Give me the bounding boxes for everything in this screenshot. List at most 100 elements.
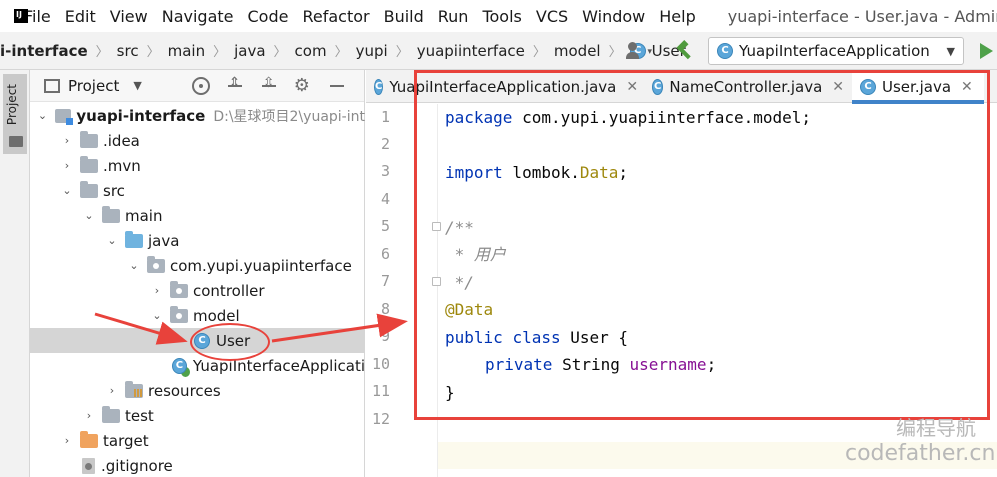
fold-marker-icon[interactable]: [432, 277, 441, 286]
tree-node-model[interactable]: ⌄ model: [30, 303, 365, 328]
breadcrumb-src[interactable]: src: [117, 42, 139, 60]
chevron-down-icon[interactable]: ⌄: [105, 234, 119, 247]
tab-name-controller[interactable]: C NameController.java ✕: [644, 70, 852, 103]
code-line-1: package com.yupi.yuapiinterface.model;: [445, 104, 811, 131]
project-tool-label: Project: [5, 84, 19, 126]
chevron-down-icon[interactable]: ▼: [133, 79, 141, 92]
chevron-down-icon[interactable]: ⌄: [82, 209, 96, 222]
project-panel-header: Project ▼ ⚙: [30, 70, 364, 102]
breadcrumb-separator: 〉: [608, 45, 622, 60]
close-icon[interactable]: ✕: [961, 79, 973, 95]
code-text: User {: [560, 328, 629, 347]
menu-vcs[interactable]: VCS: [536, 7, 568, 26]
expand-all-icon[interactable]: [226, 75, 244, 95]
tree-node-label: main: [125, 206, 163, 225]
breadcrumb-model[interactable]: model: [554, 42, 601, 60]
menu-navigate[interactable]: Navigate: [162, 7, 234, 26]
keyword: import: [445, 163, 503, 182]
tree-node-test[interactable]: › test: [30, 403, 365, 428]
user-icon[interactable]: ▾: [626, 42, 652, 60]
tree-node-java[interactable]: ⌄ java: [30, 228, 365, 253]
line-number: 2: [380, 135, 390, 153]
chevron-down-icon[interactable]: ⌄: [36, 109, 49, 122]
menu-window[interactable]: Window: [582, 7, 645, 26]
breadcrumb-separator: 〉: [395, 45, 409, 60]
menu-build[interactable]: Build: [384, 7, 424, 26]
folder-icon: [80, 155, 98, 173]
line-number: 12: [371, 410, 390, 428]
chevron-right-icon[interactable]: ›: [82, 409, 96, 422]
tree-node-idea[interactable]: › .idea: [30, 128, 365, 153]
code-line-6: * 用户: [445, 245, 506, 264]
code-text: String: [552, 355, 630, 374]
folder-icon: [102, 405, 120, 423]
run-configuration-select[interactable]: C YuapiInterfaceApplication ▼: [708, 37, 964, 65]
fold-marker-icon[interactable]: [432, 222, 441, 231]
tree-node-label: target: [103, 431, 149, 450]
tree-node-main[interactable]: ⌄ main: [30, 203, 365, 228]
code-line-7: */: [445, 273, 474, 292]
project-panel: Project ▼ ⚙ ⌄ yuapi-interface D:\星球项目2\y…: [30, 70, 365, 477]
hammer-icon[interactable]: [674, 41, 694, 61]
collapse-all-icon[interactable]: [260, 75, 278, 95]
menu-view[interactable]: View: [110, 7, 148, 26]
chevron-down-icon[interactable]: ⌄: [150, 309, 164, 322]
locate-icon[interactable]: [191, 76, 210, 95]
editor-gutter: 1 2 3 4 5 6 7 8 9 10 11 12: [366, 104, 441, 477]
breadcrumb-com[interactable]: com: [295, 42, 327, 60]
tree-node-src[interactable]: ⌄ src: [30, 178, 365, 203]
tab-yuapi-interface-application[interactable]: C YuapiInterfaceApplication.java ✕: [366, 70, 644, 103]
keyword: public: [445, 328, 503, 347]
line-number: 8: [380, 300, 390, 318]
code-line-10: private String username;: [485, 351, 716, 378]
project-tool-button[interactable]: Project: [3, 74, 27, 154]
menu-help[interactable]: Help: [659, 7, 695, 26]
chevron-down-icon[interactable]: ⌄: [60, 184, 74, 197]
tree-node-package-root[interactable]: ⌄ com.yupi.yuapiinterface: [30, 253, 365, 278]
chevron-right-icon[interactable]: ›: [60, 159, 74, 172]
line-number: 7: [380, 272, 390, 290]
spring-boot-class-icon: C: [172, 357, 187, 374]
line-number: 1: [380, 108, 390, 126]
close-icon[interactable]: ✕: [626, 79, 638, 95]
line-number: 10: [371, 355, 390, 373]
tree-node-application[interactable]: C YuapiInterfaceApplicati: [30, 353, 365, 378]
menu-file[interactable]: File: [24, 7, 51, 26]
breadcrumb-project[interactable]: i-interface: [0, 42, 88, 60]
hide-icon[interactable]: [328, 77, 346, 95]
menu-code[interactable]: Code: [248, 7, 289, 26]
class-icon: C: [860, 78, 876, 95]
chevron-right-icon[interactable]: ›: [60, 134, 74, 147]
breadcrumb-yupi[interactable]: yupi: [356, 42, 388, 60]
run-icon[interactable]: [980, 43, 993, 59]
code-line-8: @Data: [445, 300, 494, 319]
keyword: private: [485, 355, 553, 374]
chevron-right-icon[interactable]: ›: [105, 384, 119, 397]
tree-node-target[interactable]: › target: [30, 428, 365, 453]
tree-node-label: test: [125, 406, 154, 425]
menu-refactor[interactable]: Refactor: [302, 7, 369, 26]
breadcrumb-main[interactable]: main: [168, 42, 205, 60]
chevron-down-icon[interactable]: ⌄: [127, 259, 141, 272]
menu-bar: IJ File Edit View Navigate Code Refactor…: [0, 0, 997, 32]
menu-run[interactable]: Run: [438, 7, 469, 26]
tree-node-resources[interactable]: › resources: [30, 378, 365, 403]
chevron-right-icon[interactable]: ›: [60, 434, 74, 447]
window-title: yuapi-interface - User.java - Adminis: [727, 6, 997, 26]
menu-edit[interactable]: Edit: [65, 7, 96, 26]
chevron-right-icon[interactable]: ›: [150, 284, 164, 297]
tab-label: NameController.java: [669, 77, 823, 96]
tree-node-mvn[interactable]: › .mvn: [30, 153, 365, 178]
breadcrumb-yuapiinterface[interactable]: yuapiinterface: [417, 42, 525, 60]
tree-node-controller[interactable]: › controller: [30, 278, 365, 303]
class-icon: C: [717, 43, 733, 59]
breadcrumb-java[interactable]: java: [234, 42, 265, 60]
tree-node-label: java: [148, 231, 180, 250]
tab-user[interactable]: C User.java ✕: [852, 70, 984, 104]
gear-icon[interactable]: ⚙: [294, 76, 312, 95]
project-view-title[interactable]: Project: [68, 77, 119, 95]
tree-node-gitignore[interactable]: .gitignore: [30, 453, 365, 477]
close-icon[interactable]: ✕: [832, 79, 844, 95]
tree-node-project[interactable]: ⌄ yuapi-interface D:\星球项目2\yuapi-int: [30, 103, 365, 128]
menu-tools[interactable]: Tools: [482, 7, 521, 26]
